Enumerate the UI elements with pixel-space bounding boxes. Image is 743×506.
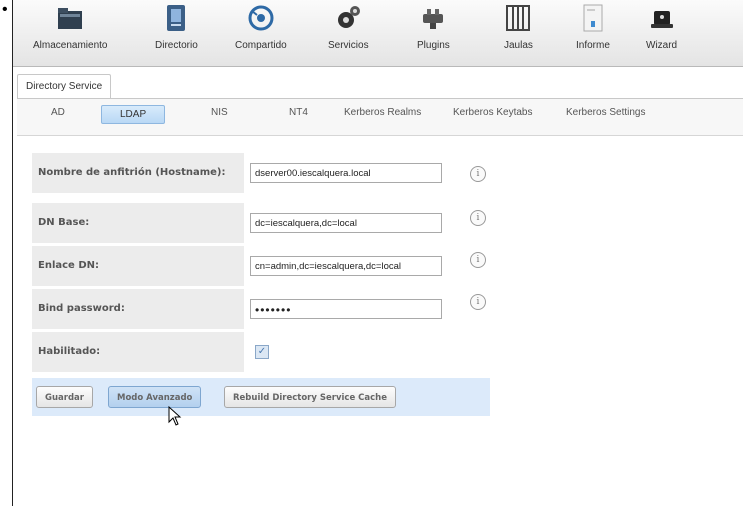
toolbar-label: Jaulas <box>504 40 533 51</box>
jail-icon <box>504 4 532 32</box>
subtab-bar: AD LDAP NIS NT4 Kerberos Realms Kerberos… <box>17 99 743 136</box>
toolbar-item-plugins[interactable]: Plugins <box>417 4 450 51</box>
rebuild-cache-button[interactable]: Rebuild Directory Service Cache <box>224 386 397 408</box>
basedn-label: DN Base: <box>32 203 244 243</box>
hostname-label: Nombre de anfitrión (Hostname): <box>32 153 244 193</box>
bindpw-input[interactable]: ••••••• <box>250 299 442 319</box>
info-icon[interactable]: i <box>470 252 486 268</box>
form-row-bindpw: Bind password: ••••••• i <box>32 289 490 329</box>
toolbar-label: Plugins <box>417 40 450 51</box>
plugin-icon <box>419 4 447 32</box>
binddn-label: Enlace DN: <box>32 246 244 286</box>
advanced-mode-button[interactable]: Modo Avanzado <box>108 386 202 408</box>
share-icon <box>247 4 275 32</box>
toolbar-item-shared[interactable]: Compartido <box>235 4 287 51</box>
report-icon <box>579 4 607 32</box>
hostname-input[interactable]: dserver00.iescalquera.local <box>250 163 442 183</box>
toolbar-label: Informe <box>576 40 610 51</box>
subtab-ldap[interactable]: LDAP <box>101 105 166 124</box>
mouse-cursor-icon <box>168 406 182 426</box>
toolbar-item-jails[interactable]: Jaulas <box>504 4 533 51</box>
folder-icon <box>56 4 84 32</box>
toolbar-item-services[interactable]: Servicios <box>328 4 369 51</box>
toolbar-label: Directorio <box>155 40 198 51</box>
info-icon[interactable]: i <box>470 210 486 226</box>
tab-directory-service[interactable]: Directory Service <box>17 74 112 99</box>
info-icon[interactable]: i <box>470 294 486 310</box>
toolbar-label: Compartido <box>235 40 287 51</box>
bindpw-label: Bind password: <box>32 289 244 329</box>
basedn-input[interactable]: dc=iescalquera,dc=local <box>250 213 442 233</box>
toolbar-label: Wizard <box>646 40 678 51</box>
enabled-label: Habilitado: <box>32 332 244 372</box>
enabled-checkbox[interactable]: ✓ <box>255 345 269 359</box>
list-bullet: • <box>2 1 8 18</box>
toolbar-item-storage[interactable]: Almacenamiento <box>33 4 107 51</box>
subtab-kerberos-settings[interactable]: Kerberos Settings <box>566 107 646 118</box>
subtab-kerberos-keytabs[interactable]: Kerberos Keytabs <box>453 107 533 118</box>
form-row-hostname: Nombre de anfitrión (Hostname): dserver0… <box>32 153 490 193</box>
button-bar: Guardar Modo Avanzado Rebuild Directory … <box>32 378 490 416</box>
top-toolbar: Almacenamiento Directorio Compartido Ser… <box>13 0 743 67</box>
save-button[interactable]: Guardar <box>36 386 93 408</box>
toolbar-label: Servicios <box>328 40 369 51</box>
subtab-nt4[interactable]: NT4 <box>289 107 308 118</box>
form-row-binddn: Enlace DN: cn=admin,dc=iescalquera,dc=lo… <box>32 246 490 286</box>
wizard-hat-icon <box>648 4 676 32</box>
gears-icon <box>334 4 362 32</box>
form-row-basedn: DN Base: dc=iescalquera,dc=local i <box>32 203 490 243</box>
toolbar-item-directory[interactable]: Directorio <box>155 4 198 51</box>
subtab-kerberos-realms[interactable]: Kerberos Realms <box>344 107 421 118</box>
toolbar-item-wizard[interactable]: Wizard <box>646 4 677 51</box>
info-icon[interactable]: i <box>470 166 486 182</box>
subtab-ad[interactable]: AD <box>51 107 65 118</box>
binddn-input[interactable]: cn=admin,dc=iescalquera,dc=local <box>250 256 442 276</box>
subtab-nis[interactable]: NIS <box>211 107 228 118</box>
form-row-enabled: Habilitado: ✓ <box>32 332 490 372</box>
toolbar-item-report[interactable]: Informe <box>576 4 610 51</box>
directory-book-icon <box>162 4 190 32</box>
toolbar-label: Almacenamiento <box>33 40 108 51</box>
